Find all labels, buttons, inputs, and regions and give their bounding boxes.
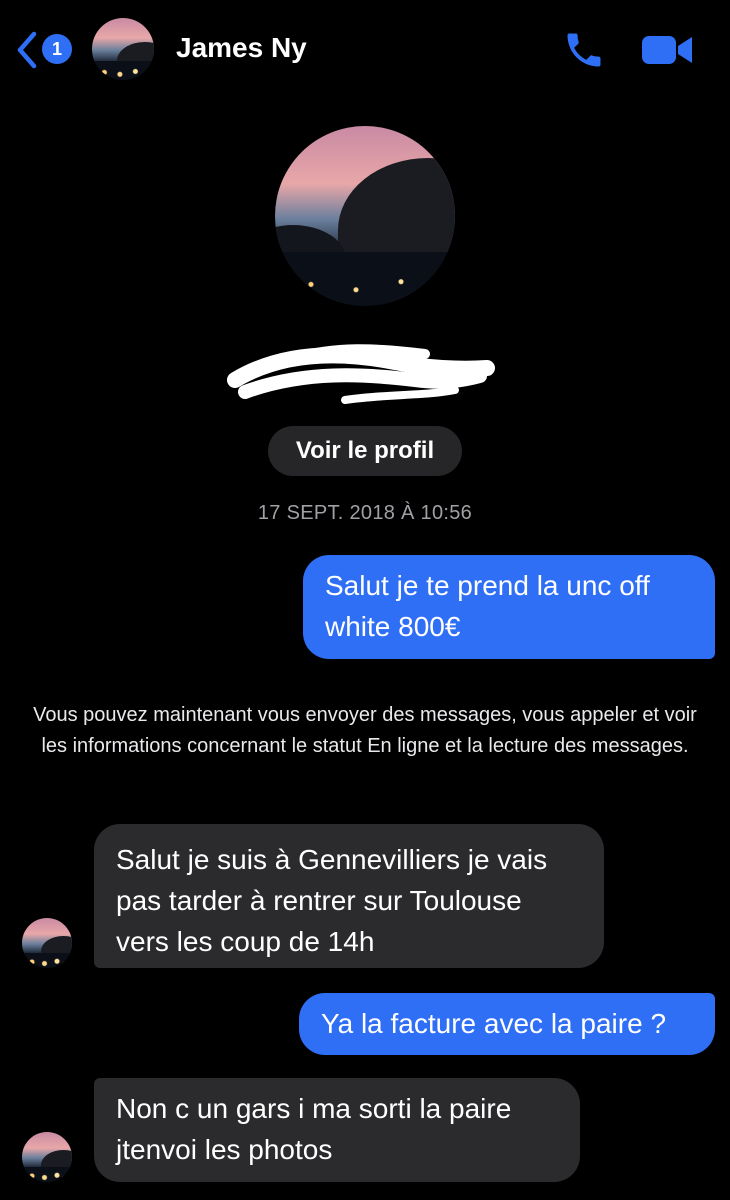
chevron-left-icon <box>17 31 37 69</box>
video-call-button[interactable] <box>640 32 694 68</box>
message-bubble-received[interactable]: Salut je suis à Gennevilliers je vais pa… <box>94 824 604 968</box>
contact-name[interactable]: James Ny <box>176 32 307 64</box>
message-bubble-received[interactable]: Non c un gars i ma sorti la paire jtenvo… <box>94 1078 580 1182</box>
unread-count-badge: 1 <box>42 34 72 64</box>
chat-header: 1 James Ny <box>0 0 730 100</box>
message-avatar[interactable] <box>22 918 72 968</box>
conversation-timestamp: 17 SEPT. 2018 À 10:56 <box>257 502 473 524</box>
contact-avatar[interactable] <box>92 18 154 80</box>
view-profile-button[interactable]: Voir le profil <box>268 426 462 476</box>
message-bubble-sent[interactable]: Salut je te prend la unc off white 800€ <box>303 555 715 659</box>
video-camera-icon <box>642 36 692 64</box>
message-bubble-sent[interactable]: Ya la facture avec la paire ? <box>299 993 715 1055</box>
redacted-name-scribble <box>227 344 495 404</box>
phone-icon <box>567 33 601 67</box>
call-button[interactable] <box>562 28 606 72</box>
message-avatar[interactable] <box>22 1132 72 1182</box>
system-notice: Vous pouvez maintenant vous envoyer des … <box>33 704 697 757</box>
profile-photo[interactable] <box>275 126 455 306</box>
